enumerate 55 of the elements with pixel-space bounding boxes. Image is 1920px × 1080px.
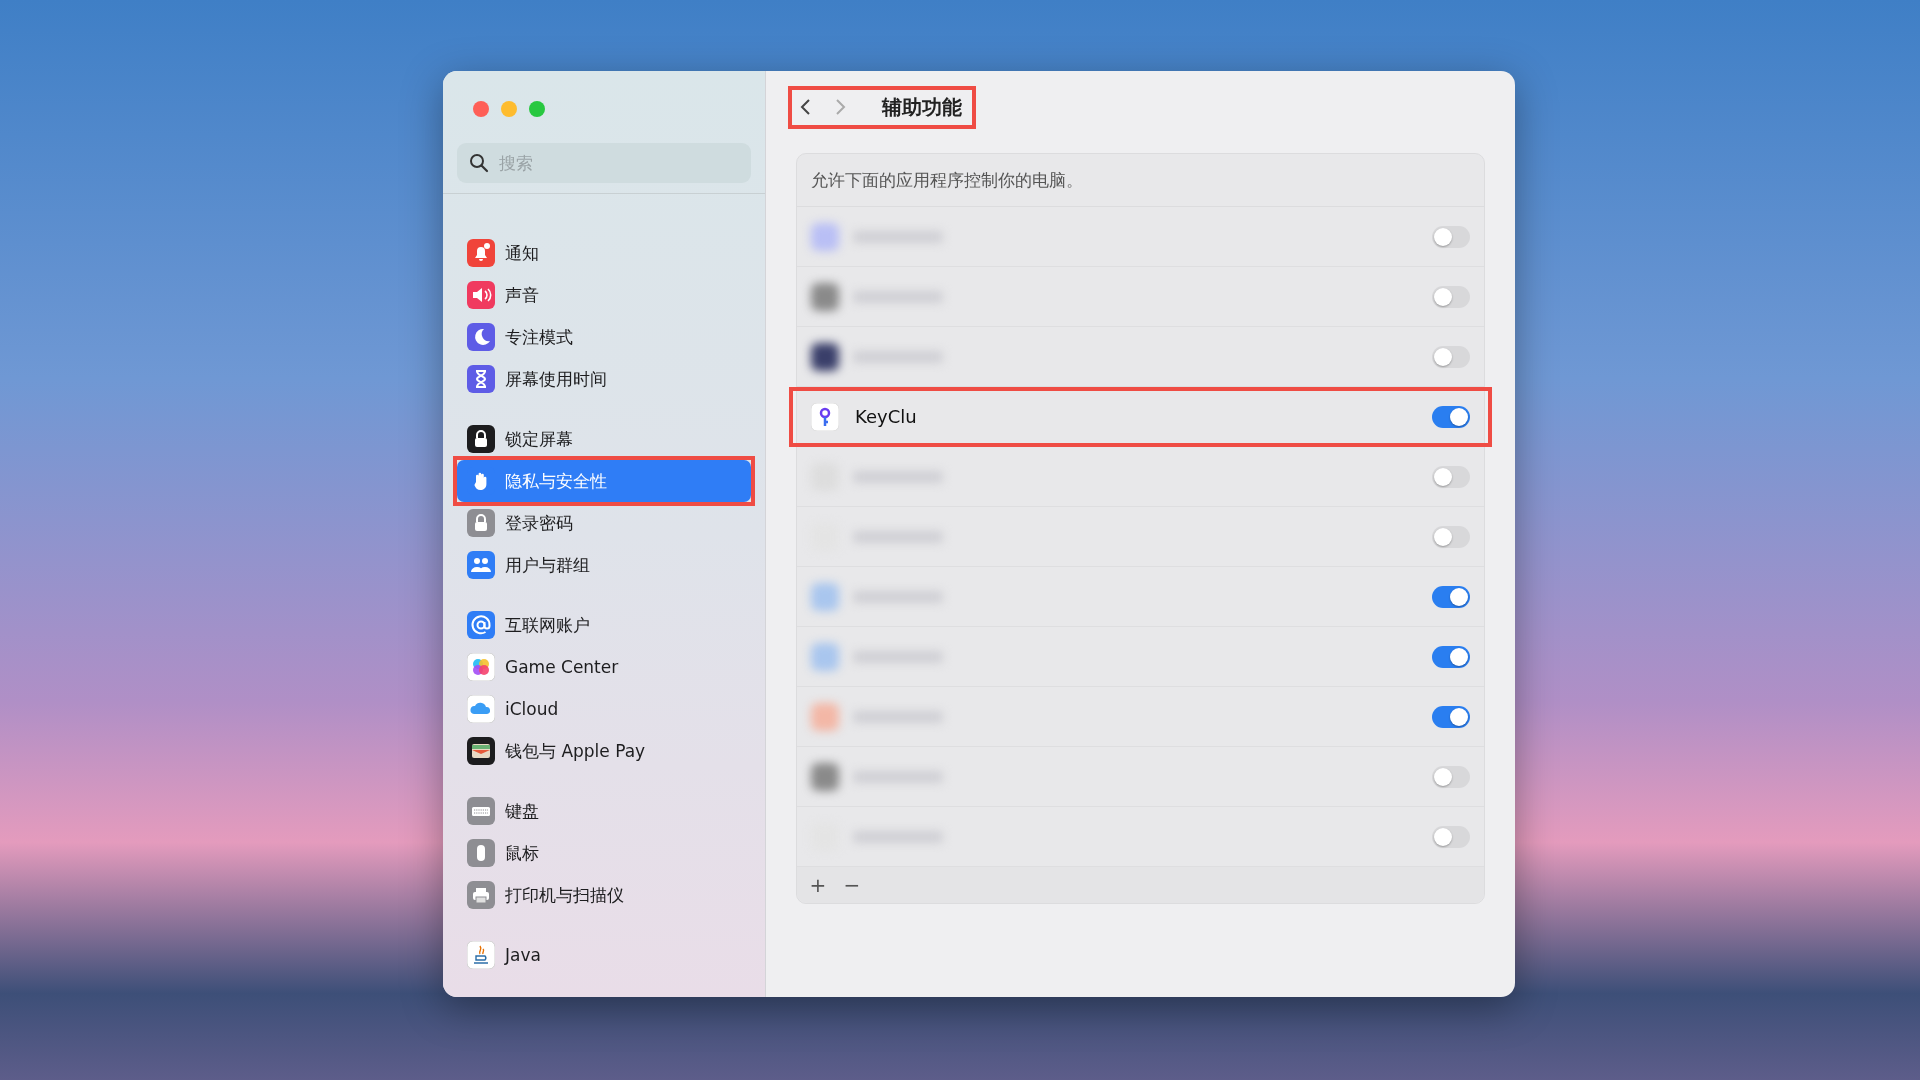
bell-icon <box>467 239 495 267</box>
sidebar-item[interactable]: 用户与群组 <box>457 544 751 586</box>
toggle-switch[interactable] <box>1432 405 1470 428</box>
printer-icon <box>467 881 495 909</box>
close-button[interactable] <box>473 101 489 117</box>
people-icon <box>467 551 495 579</box>
add-button[interactable]: + <box>803 871 833 899</box>
toggle-switch[interactable] <box>1432 765 1470 788</box>
wallet-icon <box>467 737 495 765</box>
moon-icon <box>467 323 495 351</box>
sidebar-item[interactable]: 鼠标 <box>457 832 751 874</box>
toggle-switch[interactable] <box>1432 345 1470 368</box>
sidebar-item[interactable]: 声音 <box>457 274 751 316</box>
toggle-switch[interactable] <box>1432 225 1470 248</box>
lock-icon <box>467 509 495 537</box>
lockscreen-icon <box>467 425 495 453</box>
keyboard-icon <box>467 797 495 825</box>
app-name: KeyClu <box>855 406 917 427</box>
toggle-switch[interactable] <box>1432 645 1470 668</box>
window-title: 辅助功能 <box>882 93 962 121</box>
toggle-switch[interactable] <box>1432 285 1470 308</box>
sidebar-item[interactable]: 专注模式 <box>457 316 751 358</box>
forward-icon[interactable] <box>834 97 846 117</box>
sidebar-item[interactable]: Game Center <box>457 646 751 688</box>
hourglass-icon <box>467 365 495 393</box>
toggle-switch[interactable] <box>1432 825 1470 848</box>
search-field[interactable]: 搜索 <box>457 143 751 183</box>
sidebar-item[interactable]: 键盘 <box>457 790 751 832</box>
remove-button[interactable]: − <box>837 871 867 899</box>
java-icon <box>467 941 495 969</box>
game-icon <box>467 653 495 681</box>
sidebar-item[interactable]: 隐私与安全性 <box>457 460 751 502</box>
zoom-button[interactable] <box>529 101 545 117</box>
sidebar-item[interactable]: 锁定屏幕 <box>457 418 751 460</box>
search-icon <box>469 153 489 173</box>
toggle-switch[interactable] <box>1432 465 1470 488</box>
back-icon[interactable] <box>800 97 812 117</box>
toggle-switch[interactable] <box>1432 525 1470 548</box>
description-text: 允许下面的应用程序控制你的电脑。 <box>797 154 1484 207</box>
sidebar-item[interactable]: 通知 <box>457 232 751 274</box>
sidebar-item[interactable]: 登录密码 <box>457 502 751 544</box>
key-icon <box>811 402 839 431</box>
cloud-icon <box>467 695 495 723</box>
sidebar-item[interactable]: iCloud <box>457 688 751 730</box>
sidebar-item[interactable]: 钱包与 Apple Pay <box>457 730 751 772</box>
sidebar-item[interactable]: 屏幕使用时间 <box>457 358 751 400</box>
sidebar-item[interactable]: Java <box>457 934 751 976</box>
mouse-icon <box>467 839 495 867</box>
at-icon <box>467 611 495 639</box>
toggle-switch[interactable] <box>1432 705 1470 728</box>
sidebar-item[interactable]: 互联网账户 <box>457 604 751 646</box>
minimize-button[interactable] <box>501 101 517 117</box>
toggle-switch[interactable] <box>1432 585 1470 608</box>
sidebar-item[interactable]: 打印机与扫描仪 <box>457 874 751 916</box>
speaker-icon <box>467 281 495 309</box>
